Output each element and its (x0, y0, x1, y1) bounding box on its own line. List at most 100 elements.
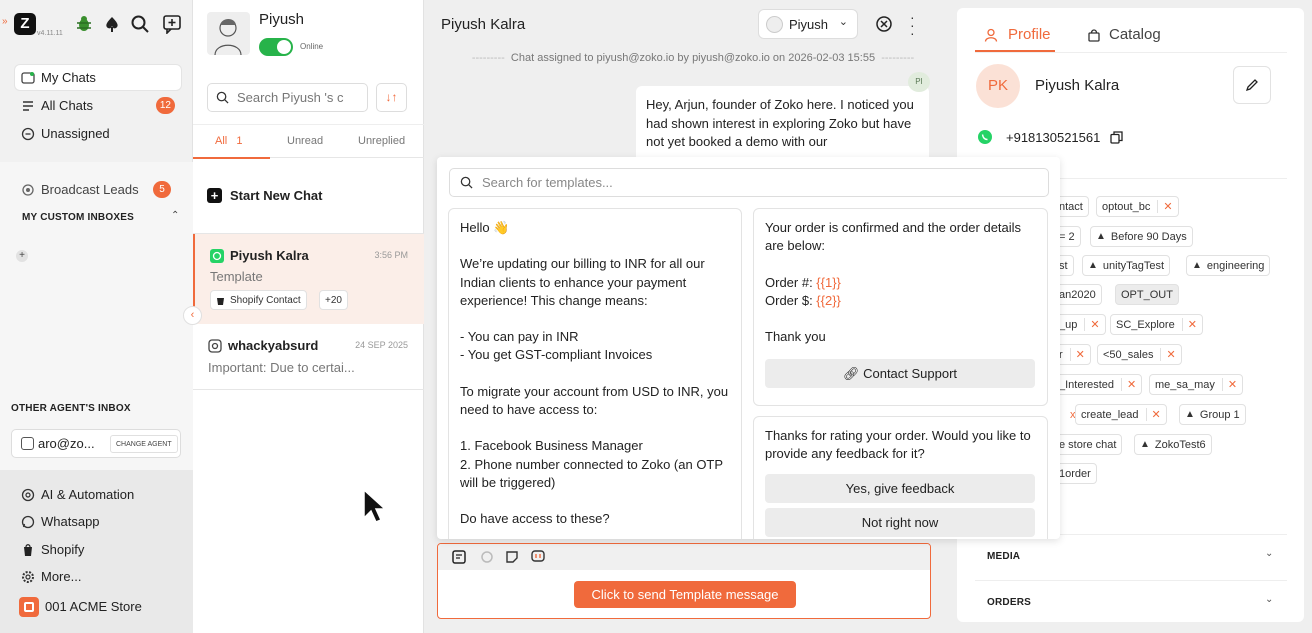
template-card-feedback[interactable]: Thanks for rating your order. Would you … (753, 416, 1048, 539)
chat-search-input[interactable]: Search Piyush 's c (207, 83, 368, 112)
sort-button[interactable]: ↓↑ (376, 83, 407, 112)
chat-time: 3:56 PM (374, 250, 408, 260)
not-now-button[interactable]: Not right now (765, 508, 1035, 537)
contact-avatar: PK (976, 64, 1020, 108)
template-text: Hello 👋 (460, 220, 510, 235)
yes-feedback-button[interactable]: Yes, give feedback (765, 474, 1035, 503)
copy-icon[interactable] (1110, 130, 1124, 144)
sticker-icon[interactable] (504, 549, 520, 565)
contact-tag[interactable]: SC_Explore ✕ (1110, 314, 1203, 335)
tab-catalog[interactable]: Catalog (1087, 26, 1161, 43)
chevron-down-icon[interactable]: ⌄ (1265, 594, 1273, 605)
agent-switcher[interactable]: aro@zo... CHANGE AGENT (11, 429, 181, 458)
contact-tag[interactable]: e store chat (1053, 434, 1123, 455)
conversation-panel: Piyush Kalra Piyush ⌄ · · · --------- Chat… (363, 0, 1060, 633)
agent-name: Piyush (259, 11, 305, 28)
nav-more[interactable]: More... (15, 564, 181, 589)
chat-contact-name: Piyush Kalra (210, 248, 309, 263)
contact-tag[interactable]: optout_bc ✕ (1096, 196, 1179, 217)
start-new-chat-button[interactable]: + Start New Chat (207, 188, 322, 203)
chat-list-panel: Piyush Online Search Piyush 's c ↓↑ All … (183, 0, 424, 633)
bug-icon[interactable] (74, 14, 94, 34)
contact-tag[interactable]: me_sa_may ✕ (1149, 374, 1244, 395)
new-message-icon[interactable] (162, 14, 182, 34)
contact-tag[interactable]: _up ✕ (1053, 314, 1106, 335)
all-chats-count-badge: 12 (155, 97, 175, 114)
remove-tag-icon[interactable]: ✕ (1181, 318, 1197, 331)
close-chat-icon[interactable] (875, 15, 893, 33)
instagram-icon (208, 338, 222, 353)
nav-all-chats[interactable]: All Chats 12 (15, 93, 181, 118)
template-picker: Search for templates... Hello 👋 We’re up… (437, 157, 1060, 539)
shopify-icon (24, 543, 32, 556)
collapse-panel-chevron-icon[interactable]: ‹ (183, 306, 202, 325)
nav-broadcast-leads-label: Broadcast Leads (41, 182, 139, 197)
remove-tag-icon[interactable]: ✕ (1221, 378, 1237, 391)
contact-tag[interactable]: OPT_OUT (1115, 284, 1179, 305)
edit-contact-button[interactable] (1233, 66, 1271, 104)
expand-chevron-icon[interactable]: » (2, 16, 8, 27)
nav-store[interactable]: 001 ACME Store (15, 594, 181, 619)
remove-tag-icon[interactable]: ✕ (1069, 348, 1085, 361)
chat-row[interactable]: whackyabsurd 24 SEP 2025 Important: Due … (193, 324, 424, 390)
tab-all[interactable]: All 1 (215, 135, 243, 147)
media-section-header[interactable]: MEDIA (987, 551, 1020, 562)
template-card-order[interactable]: Your order is confirmed and the order de… (753, 208, 1048, 406)
nav-shopify[interactable]: Shopify (15, 537, 181, 562)
agent-avatar[interactable] (207, 12, 250, 55)
chat-time: 24 SEP 2025 (355, 340, 408, 350)
change-agent-button[interactable]: CHANGE AGENT (110, 435, 178, 453)
zoko-logo[interactable]: Z (14, 13, 36, 35)
active-tab-indicator (193, 157, 270, 159)
nav-my-chats[interactable]: My Chats (15, 65, 181, 90)
send-template-button[interactable]: Click to send Template message (574, 581, 796, 608)
tab-unread[interactable]: Unread (287, 135, 323, 147)
chevron-down-icon: ⌄ (838, 16, 848, 28)
search-icon[interactable] (130, 14, 150, 34)
template-text: Your order is confirmed and the order de… (765, 220, 1022, 254)
contact-tag[interactable]: ▲ engineering (1186, 255, 1271, 276)
whatsapp-icon (21, 515, 35, 528)
quick-reply-icon[interactable] (530, 549, 546, 565)
app-version: v4.11.11 (37, 30, 63, 37)
spade-icon[interactable] (102, 14, 122, 34)
remove-tag-icon[interactable]: ✕ (1121, 378, 1136, 391)
assigned-agent-name: Piyush (789, 16, 829, 32)
add-inbox-icon[interactable]: + (16, 250, 28, 262)
nav-broadcast-leads[interactable]: Broadcast Leads 5 (15, 177, 181, 202)
other-agents-heading: OTHER AGENT'S INBOX (11, 403, 131, 414)
template-icon[interactable] (451, 549, 467, 565)
more-options-icon[interactable]: · · · (910, 10, 915, 40)
tab-profile[interactable]: Profile (984, 26, 1051, 43)
contact-tag[interactable]: ▲ ZokoTest6 (1134, 434, 1212, 455)
remove-tag-icon[interactable]: ✕ (1145, 408, 1161, 421)
contact-tag[interactable]: <50_sales ✕ (1097, 344, 1182, 365)
contact-tag[interactable]: an2020 (1053, 284, 1102, 305)
unassigned-icon (21, 127, 35, 140)
contact-tag[interactable]: _Interested ✕ (1053, 374, 1143, 395)
nav-ai-automation[interactable]: AI & Automation (15, 482, 181, 507)
remove-tag-icon[interactable]: ✕ (1157, 200, 1173, 213)
template-search-input[interactable]: Search for templates... (449, 168, 1049, 197)
contact-support-button[interactable]: 🔗︎ Contact Support (765, 359, 1035, 388)
nav-all-chats-label: All Chats (41, 98, 94, 113)
contact-tag[interactable]: ▲ Before 90 Days (1090, 226, 1193, 247)
shopify-icon: ▲ (1185, 409, 1195, 420)
tab-unreplied[interactable]: Unreplied (358, 135, 405, 147)
nav-unassigned[interactable]: Unassigned (15, 121, 181, 146)
remove-tag-icon[interactable]: ✕ (1160, 348, 1176, 361)
chat-row[interactable]: Piyush Kalra 3:56 PM Template Shopify Co… (193, 234, 424, 324)
contact-tag[interactable]: ▲ unityTagTest (1082, 255, 1171, 276)
template-card-billing[interactable]: Hello 👋 We’re updating our billing to IN… (448, 208, 742, 539)
attachment-icon[interactable] (479, 549, 495, 565)
assigned-agent-select[interactable]: Piyush ⌄ (758, 9, 858, 39)
nav-whatsapp[interactable]: Whatsapp (15, 509, 181, 534)
remove-tag-icon[interactable]: ✕ (1084, 318, 1100, 331)
online-toggle[interactable] (259, 38, 293, 56)
orders-section-header[interactable]: ORDERS (987, 597, 1031, 608)
chevron-down-icon[interactable]: ⌄ (1265, 548, 1273, 559)
nav-topbar: » Z v4.11.11 (0, 0, 193, 52)
contact-tag[interactable]: create_lead ✕ (1075, 404, 1167, 425)
collapse-chevron-icon[interactable]: ⌃ (171, 210, 179, 221)
contact-tag[interactable]: ▲ Group 1 (1179, 404, 1246, 425)
